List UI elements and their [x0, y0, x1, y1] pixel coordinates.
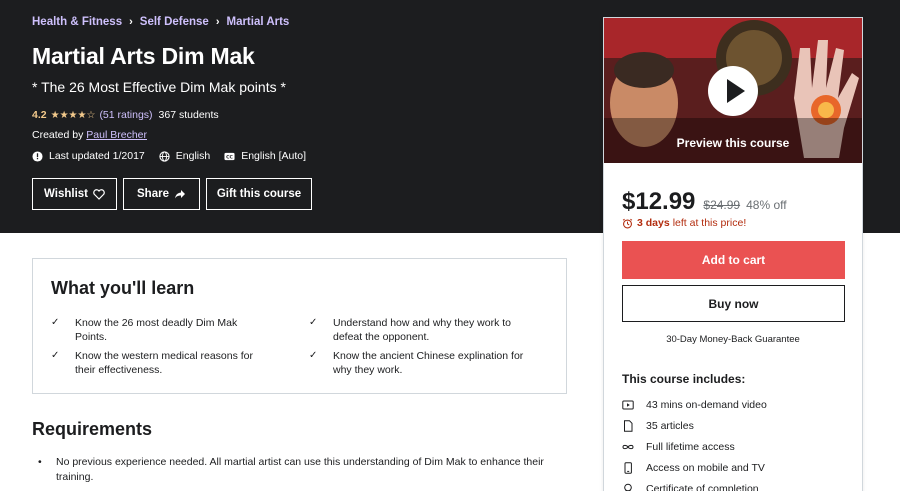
include-label: 43 mins on-demand video: [646, 398, 767, 411]
list-item: Full lifetime access: [622, 436, 767, 457]
ratings-count-link[interactable]: (51 ratings): [99, 109, 152, 121]
what-you-learn-box: What you'll learn ✓ Know the 26 most dea…: [32, 258, 567, 394]
check-icon: ✓: [51, 317, 60, 328]
course-language: English: [159, 150, 210, 162]
closed-captions-icon: CC: [224, 152, 235, 160]
course-actions: Wishlist Share Gift this course: [32, 178, 318, 210]
play-icon: [727, 79, 745, 103]
learn-item-text: Know the ancient Chinese explination for…: [333, 350, 524, 376]
rating-row: 4.2 ★★★★☆ (51 ratings) 367 students: [32, 109, 219, 121]
video-icon: [622, 400, 634, 409]
add-to-cart-button[interactable]: Add to cart: [622, 241, 845, 279]
list-item: Access on mobile and TV: [622, 457, 767, 478]
learn-item: ✓ Know the western medical reasons for t…: [51, 349, 271, 377]
timer-days: 3 days: [637, 217, 670, 229]
globe-icon: [159, 150, 170, 162]
check-icon: ✓: [309, 350, 318, 361]
certificate-icon: [624, 483, 632, 491]
include-label: Certificate of completion: [646, 482, 759, 491]
learn-item-text: Know the western medical reasons for the…: [75, 350, 254, 376]
price-row: $12.99 $24.99 48% off: [622, 188, 787, 216]
breadcrumb-self-defense[interactable]: Self Defense: [140, 16, 209, 28]
mobile-icon: [624, 461, 632, 474]
wishlist-label: Wishlist: [44, 188, 88, 200]
learn-item: ✓ Understand how and why they work to de…: [309, 316, 529, 344]
learn-title: What you'll learn: [51, 278, 195, 298]
svg-text:CC: CC: [226, 154, 233, 160]
include-label: 35 articles: [646, 419, 694, 432]
current-price: $12.99: [622, 188, 696, 215]
check-icon: ✓: [309, 317, 318, 328]
breadcrumb: Health & Fitness › Self Defense › Martia…: [32, 16, 289, 28]
course-preview[interactable]: Preview this course: [604, 18, 862, 163]
learn-item: ✓ Know the ancient Chinese explination f…: [309, 349, 529, 377]
course-title: Martial Arts Dim Mak: [32, 43, 255, 69]
includes-list: 43 mins on-demand video 35 articles Full…: [622, 394, 767, 491]
gift-label: Gift this course: [216, 188, 302, 200]
price-timer: 3 days left at this price!: [622, 217, 746, 229]
share-label: Share: [137, 188, 169, 200]
gift-course-button[interactable]: Gift this course: [206, 178, 312, 210]
preview-label: Preview this course: [676, 136, 790, 150]
discount-badge: 48% off: [746, 198, 787, 212]
course-meta: Last updated 1/2017 English CC English […: [32, 150, 320, 162]
file-icon: [624, 419, 633, 432]
includes-title: This course includes:: [622, 372, 746, 386]
breadcrumb-martial-arts[interactable]: Martial Arts: [226, 16, 289, 28]
requirement-text: No previous experience needed. All marti…: [56, 456, 544, 483]
buy-now-button[interactable]: Buy now: [622, 285, 845, 322]
list-item: 35 articles: [622, 415, 767, 436]
check-icon: ✓: [51, 350, 60, 361]
list-item: 43 mins on-demand video: [622, 394, 767, 415]
course-subtitle: * The 26 Most Effective Dim Mak points *: [32, 79, 286, 95]
list-item: Certificate of completion: [622, 478, 767, 491]
bullet-icon: •: [38, 456, 42, 468]
infinity-icon: [622, 444, 634, 449]
chevron-right-icon: ›: [215, 16, 220, 28]
timer-text: left at this price!: [672, 217, 747, 229]
last-updated: Last updated 1/2017: [32, 150, 145, 162]
share-button[interactable]: Share: [123, 178, 200, 210]
include-label: Access on mobile and TV: [646, 461, 765, 474]
alert-badge-icon: [32, 150, 43, 162]
created-by: Created by Paul Brecher: [32, 129, 147, 141]
rating-value: 4.2: [32, 109, 47, 121]
star-rating-icon: ★★★★☆: [50, 109, 96, 121]
include-label: Full lifetime access: [646, 440, 735, 453]
captions-text: English [Auto]: [241, 150, 307, 162]
alarm-clock-icon: [622, 218, 633, 228]
language-text: English: [175, 150, 211, 162]
original-price: $24.99: [703, 198, 741, 212]
instructor-link[interactable]: Paul Brecher: [86, 129, 147, 141]
created-by-label: Created by: [32, 129, 84, 141]
heart-icon: [93, 188, 105, 200]
course-captions: CC English [Auto]: [224, 150, 306, 162]
chevron-right-icon: ›: [129, 16, 133, 28]
students-count: 367 students: [158, 109, 219, 121]
wishlist-button[interactable]: Wishlist: [32, 178, 117, 210]
requirement-item: • No previous experience needed. All mar…: [38, 455, 573, 485]
purchase-sidebar: Preview this course $12.99 $24.99 48% of…: [603, 17, 863, 491]
money-back-guarantee: 30-Day Money-Back Guarantee: [666, 334, 800, 345]
requirements-title: Requirements: [32, 419, 153, 439]
learn-item: ✓ Know the 26 most deadly Dim Mak Points…: [51, 316, 271, 344]
share-arrow-icon: [174, 190, 185, 199]
learn-item-text: Understand how and why they work to defe…: [333, 317, 512, 343]
learn-item-text: Know the 26 most deadly Dim Mak Points.: [75, 317, 238, 343]
breadcrumb-health-fitness[interactable]: Health & Fitness: [32, 16, 122, 28]
last-updated-text: Last updated 1/2017: [49, 150, 145, 162]
